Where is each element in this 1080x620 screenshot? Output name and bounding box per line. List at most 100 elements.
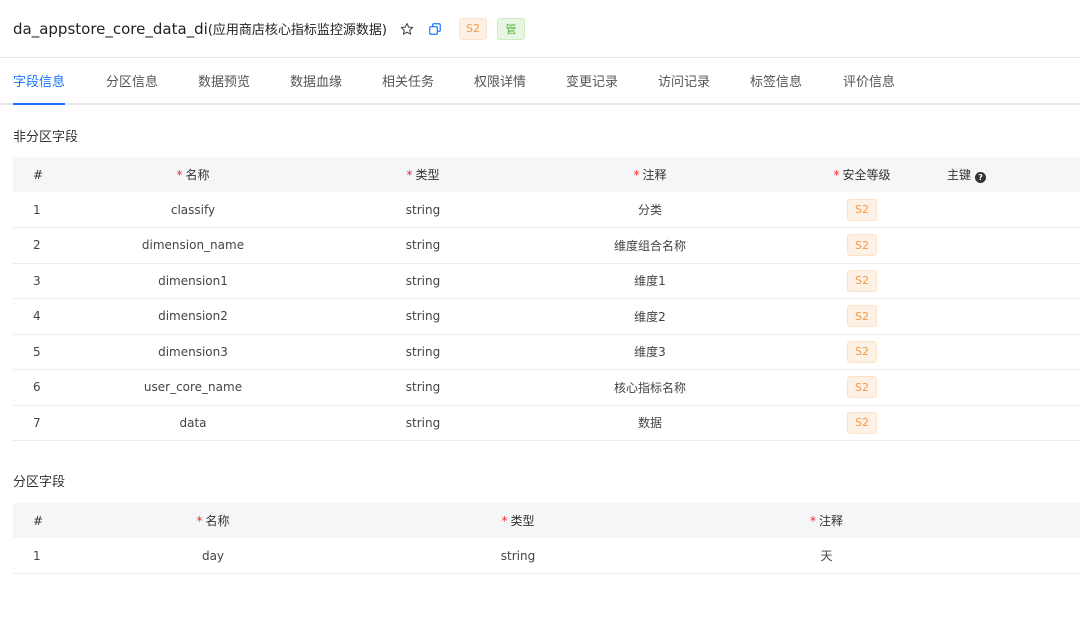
field-type: string xyxy=(363,538,673,574)
table-name-title: da_appstore_core_data_di xyxy=(13,19,208,38)
field-primary-key xyxy=(947,369,1080,406)
column-header-name-label: 名称 xyxy=(205,514,230,528)
field-primary-key xyxy=(947,227,1080,264)
field-comment: 分类 xyxy=(523,192,777,228)
tab-change-log[interactable]: 变更记录 xyxy=(566,58,618,103)
row-index: 1 xyxy=(13,192,63,228)
column-header-name-label: 名称 xyxy=(185,168,210,182)
field-name: user_core_name xyxy=(63,369,323,406)
non-partition-table: # * 名称 * 类型 * 注释 * 安全等级 主键? 1 classify strin… xyxy=(13,157,1080,441)
row-index: 4 xyxy=(13,298,63,335)
column-header-comment: * 注释 xyxy=(673,503,980,538)
field-name: data xyxy=(63,405,323,441)
table-row: 7 data string 数据 S2 xyxy=(13,405,1080,441)
column-header-name: * 名称 xyxy=(63,157,323,192)
table-row: 1 classify string 分类 S2 xyxy=(13,192,1080,228)
required-star: * xyxy=(501,514,508,528)
table-row: 3 dimension1 string 维度1 S2 xyxy=(13,263,1080,299)
required-star: * xyxy=(176,168,183,182)
table-row: 5 dimension3 string 维度3 S2 xyxy=(13,334,1080,370)
tab-partition-info[interactable]: 分区信息 xyxy=(106,58,158,103)
field-security: S2 xyxy=(777,369,947,406)
row-index: 7 xyxy=(13,405,63,441)
required-star: * xyxy=(196,514,203,528)
table-description: (应用商店核心指标监控源数据) xyxy=(207,23,388,38)
field-primary-key xyxy=(947,298,1080,335)
manage-tag[interactable]: 管 xyxy=(497,17,526,40)
tab-bar: 字段信息 分区信息 数据预览 数据血缘 相关任务 权限详情 变更记录 访问记录 … xyxy=(0,58,1080,105)
field-name: dimension3 xyxy=(63,334,323,370)
partition-table: # * 名称 * 类型 * 注释 1 day string 天 xyxy=(13,503,1080,574)
required-star: * xyxy=(406,168,413,182)
column-header-comment-label: 注释 xyxy=(642,168,667,182)
field-comment: 维度组合名称 xyxy=(523,227,777,264)
field-security: S2 xyxy=(777,405,947,441)
field-comment: 维度2 xyxy=(523,298,777,335)
page-header: da_appstore_core_data_di (应用商店核心指标监控源数据) … xyxy=(0,0,1080,58)
help-icon[interactable]: ? xyxy=(975,172,987,183)
field-primary-key xyxy=(947,192,1080,228)
field-name: dimension1 xyxy=(63,263,323,299)
column-header-primary-key-label: 主键 xyxy=(947,168,972,182)
column-header-index: # xyxy=(13,157,63,192)
column-header-comment-label: 注释 xyxy=(818,514,843,528)
field-type: string xyxy=(323,227,523,264)
tab-data-preview[interactable]: 数据预览 xyxy=(198,58,250,103)
table-row: 2 dimension_name string 维度组合名称 S2 xyxy=(13,227,1080,264)
tab-field-info[interactable]: 字段信息 xyxy=(13,58,66,105)
row-index: 6 xyxy=(13,369,63,406)
security-level-tag: S2 xyxy=(847,269,877,292)
required-star: * xyxy=(809,514,816,528)
security-level-tag: S2 xyxy=(847,234,877,257)
field-name: classify xyxy=(63,192,323,228)
tab-data-lineage[interactable]: 数据血缘 xyxy=(290,58,342,103)
row-index: 2 xyxy=(13,227,63,264)
field-comment: 维度1 xyxy=(523,263,777,299)
column-header-primary-key: 主键? xyxy=(947,157,1080,192)
field-comment: 数据 xyxy=(523,405,777,441)
column-header-type: * 类型 xyxy=(363,503,673,538)
security-level-tag: S2 xyxy=(847,198,877,221)
field-security: S2 xyxy=(777,227,947,264)
field-primary-key xyxy=(947,405,1080,441)
tab-access-log[interactable]: 访问记录 xyxy=(658,58,710,103)
security-level-tag: S2 xyxy=(847,305,877,328)
partition-section-title: 分区字段 xyxy=(13,475,66,490)
field-primary-key xyxy=(947,334,1080,370)
tab-permission-details[interactable]: 权限详情 xyxy=(474,58,526,103)
field-comment: 维度3 xyxy=(523,334,777,370)
row-index: 5 xyxy=(13,334,63,370)
field-security: S2 xyxy=(777,263,947,299)
column-header-index: # xyxy=(13,503,63,538)
column-header-comment: * 注释 xyxy=(523,157,777,192)
field-comment: 核心指标名称 xyxy=(523,369,777,406)
field-name: dimension2 xyxy=(63,298,323,335)
security-level-tag: S2 xyxy=(459,17,488,40)
field-type: string xyxy=(323,298,523,335)
field-type: string xyxy=(323,405,523,441)
security-level-tag: S2 xyxy=(847,376,877,399)
table-row: 4 dimension2 string 维度2 S2 xyxy=(13,298,1080,335)
table-row: 6 user_core_name string 核心指标名称 S2 xyxy=(13,369,1080,406)
column-header-type: * 类型 xyxy=(323,157,523,192)
security-level-tag: S2 xyxy=(847,411,877,434)
star-icon[interactable] xyxy=(399,21,415,37)
tab-review-info[interactable]: 评价信息 xyxy=(843,58,895,103)
tab-related-tasks[interactable]: 相关任务 xyxy=(382,58,434,103)
required-star: * xyxy=(833,168,840,182)
field-security: S2 xyxy=(777,334,947,370)
column-header-type-label: 类型 xyxy=(415,168,440,182)
column-header-security-label: 安全等级 xyxy=(842,168,891,182)
required-star: * xyxy=(633,168,640,182)
table-header-row: # * 名称 * 类型 * 注释 * 安全等级 主键? xyxy=(13,157,1080,192)
column-header-spacer xyxy=(980,503,1080,538)
tab-tag-info[interactable]: 标签信息 xyxy=(750,58,802,103)
field-type: string xyxy=(323,334,523,370)
non-partition-section-title: 非分区字段 xyxy=(13,130,79,145)
security-level-tag: S2 xyxy=(847,340,877,363)
field-comment: 天 xyxy=(673,538,980,574)
copy-icon[interactable] xyxy=(427,21,443,37)
field-name: day xyxy=(63,538,363,574)
field-type: string xyxy=(323,369,523,406)
field-type: string xyxy=(323,263,523,299)
